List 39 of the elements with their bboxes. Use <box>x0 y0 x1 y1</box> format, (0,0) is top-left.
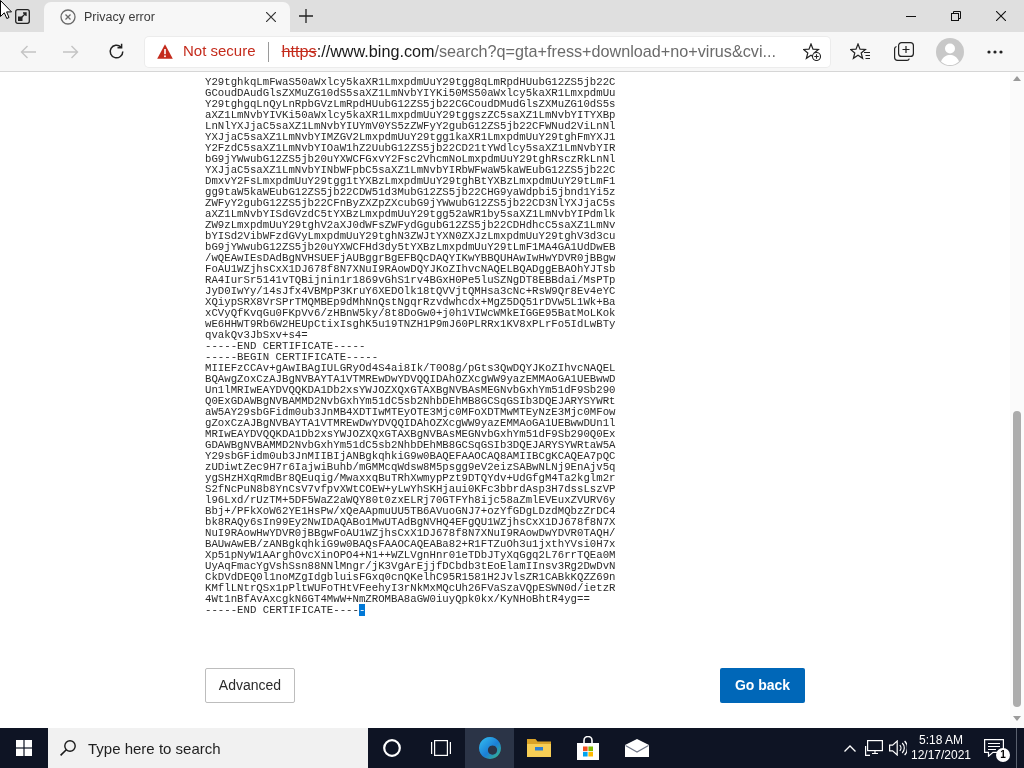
restore-icon[interactable] <box>950 11 961 21</box>
minimize-icon[interactable] <box>905 15 916 17</box>
notification-badge: 1 <box>996 748 1010 762</box>
notification-icon[interactable] <box>984 739 1004 757</box>
security-status[interactable]: Not secure <box>183 40 256 63</box>
warning-icon[interactable] <box>157 44 173 59</box>
scroll-up-arrow-icon[interactable] <box>1013 76 1021 81</box>
refresh-icon[interactable] <box>107 43 125 60</box>
ring-icon[interactable] <box>383 739 401 757</box>
scroll-down-arrow-icon[interactable] <box>1013 716 1021 721</box>
swirl-icon <box>477 736 502 760</box>
folder-icon <box>526 738 551 758</box>
go-back-button[interactable]: Go back <box>720 668 805 703</box>
close-icon[interactable] <box>266 12 276 22</box>
star-plus-icon[interactable] <box>803 42 821 61</box>
speaker-icon[interactable] <box>889 740 907 756</box>
collections-icon[interactable] <box>894 42 914 61</box>
scrollbar-thumb[interactable] <box>1013 411 1021 707</box>
chevron-up-icon[interactable] <box>844 744 856 752</box>
close-icon[interactable] <box>996 11 1006 21</box>
mouse-pointer-icon <box>0 0 12 19</box>
clock-date[interactable]: 12/17/2021 <box>910 748 972 763</box>
url-text[interactable]: https://www.bing.com/search?q=gta+fress+download+no+virus&cvi... <box>281 39 776 64</box>
address-bar[interactable]: Not secure https://www.bing.com/search?q=gta+fress+download+no+virus&cvi... <box>145 36 830 67</box>
taskbar-search-field[interactable]: Type here to search <box>48 728 368 768</box>
favorites-list-icon[interactable] <box>850 42 870 61</box>
task-view-icon[interactable] <box>430 740 451 756</box>
shopping-bag-icon <box>576 736 599 760</box>
plus-icon[interactable] <box>299 9 313 23</box>
clock-time[interactable]: 5:18 AM <box>919 733 963 748</box>
advanced-button[interactable]: Advanced <box>205 668 295 703</box>
circle-x-icon <box>60 9 76 25</box>
search-icon <box>60 740 76 756</box>
more-icon[interactable] <box>987 49 1003 54</box>
windows-logo-icon[interactable] <box>16 740 32 756</box>
network-icon[interactable] <box>865 740 883 756</box>
envelope-icon <box>624 739 649 757</box>
browser-tab[interactable]: Privacy error <box>44 2 290 32</box>
certificate-text: Y29tghkqLmFwaS50aWxlcy5kaXR1LmxpdmUuY29tgg8qLmRpdHUubG12ZS5jb22C GCoudDAudGlsZXMuZG10dS5saXZ1LmNvbYIYKi50MS50aWxlcy5kaXR1LmxpdmUu Y29tghgqLnQyLnRpbGVzLmRpdHUubG12ZS5jb22CGCoudDMudGlsZXMuZG10dS5s aXZ1LmNvbYIVKi50aWxlcy5kaXR1LmxpdmUuY29tggszZC5saXZ1LmNvbYITYXBp LnNlYXJjaC5saXZ1LmNvbYIUYmV0YS5zZWFyY2gubG12ZS5jb22CFWNud2ViLnNl YXJjaC5saXZ1LmNvbYIMZGV2LmxpdmUuY29tgg1kaXR1LmxpdmUuY29tghFmYXJ1 Y2FzdC5saXZ1LmNvbYIOaW1hZ2UubG12ZS5jb22CD21tYWdlcy5saXZ1LmNvbYIR bG9jYWwubG12ZS5jb20uYXWCFGxvY2Fsc2VhcmNoLmxpdmUuY29tghRsczRkLnNl YXJjaC5saXZ1LmNvbYINbWFpbC5saXZ1LmNvbYIRbWFwaW5kaWEubG12ZS5jb22C DmxvY2FsLmxpdmUuY29tgg1tYXBzLmxpdmUuY29tghBtYXBzLmxpdmUuY29tLmF1 gg9taW5kaWEubG12ZS5jb22CDW51d3MubG12ZS5jb22CHG9yaWdpbi5jbnd1Yi5z ZWFyY2gubG12ZS5jb22CFnByZXZpZXcubG9jYWwubG12ZS5jb22CD3NlYXJjaC5s aXZ1LmNvbYISdGVzdC5tYXBzLmxpdmUuY29tgg52aWR1by5saXZ1LmNvbYIPdmlk ZW9zLmxpdmUuY29tghV2aXJ0dWFsZWFydGgubG12ZS5jb22CDHdhcC5saXZ1LmNv bYISd2VibWFzdGVyLmxpdmUuY29tghN3ZWJtYXN0ZXJzLmxpdmUuY29tghV3d3cu bG9jYWwubG12ZS5jb20uYXWCFHd3dy5tYXBzLmxpdmUuY29tLmF1MA4GA1UdDwEB /wQEAwIEsDAdBgNVHSUEFjAUBggrBgEFBQcDAQYIKwYBBQUHAwIwHwYDVR0jBBgw FoAU1WZjhsCxX1DJ678f8N7XNuI9RAowDQYJKoZIhvcNAQELBQADggEBAOhYJTsb RA4IurSr5141vTQBijnin1r1869vGhS1rv4BGxH0Pe5luSZNgDT8EBBdai/MsPTp JyD0IwYy/14sJfx4VBMpP3KruY6XEDOlk18tQVVjtQMHsa3cNc+RsW9Qr8Ev4eYC XQiypSRX8VrSPrTMQMBEp9dMhNnQstNgqrRzvdwhcdx+MgZ5DQ51rDVw5L1Wk+Ba xCVyQfKvqGu0FKpVv6/zHBnW5ky/8t8DoGw0+j0h1VIWcWMkEIGGE95BatMoLKok wE6HHWT9Rb6W2HEUpCtixIsghK5u19TNZH1P9mJ60PLRRx1KV8xPLrFo5IdLwBTy qvakQv3JbSxv+s4= -----END CERTIFICATE----- -----BEGIN CERTIFICATE----- MIIEFzCCAv+gAwIBAgIULGRyOd4S4ai8Ik/T0O8g/pGts3QwDQYJKoZIhvcNAQEL BQAwgZoxCzAJBgNVBAYTA1VTMREwDwYDVQQIDAhOZXcgWW9yazEMMAoGA1UEBwwD Un1lMRIwEAYDVQQKDA1Db2xsYWJOZXQxGTAXBgNVBAsMEGNvbGxhYm51dF9Sb290 Q0ExGDAWBgNVBAMMD2NvbGxhYm51dC5sb2NhbDEhMB8GCSqGSIb3DQEJARYSYWRt aW5AY29sbGFidm0ub3JnMB4XDTIwMTEyOTE3Mjc0MFoXDTMwMTEyNzE3Mjc0MFow gZoxCzAJBgNVBAYTA1VTMREwDwYDVQQIDAhOZXcgWW9yazEMMAoGA1UEBwwDUn1l MRIwEAYDVQQKDA1Db2xsYWJOZXQxGTAXBgNVBAsMEGNvbGxhYm51dF9Sb290Q0Ex GDAWBgNVBAMMD2NvbGxhYm51dC5sb2NhbDEhMB8GCSqGSIb3DQEJARYSYWRtaW5A Y29sbGFidm0ub3JnMIIBIjANBgkqhkiG9w0BAQEFAAOCAQ8AMIIBCgKCAQEA7pQC zUDiwtZec9H7r6IajwiBuhb/mGMMcqWdsw8M5psgg9eV2eizSABwNLNj9EnAjv5q ygSHzHXqRmdBr8QEuqig/MwaxxqBuTRhXwmypPzt9DTQYdv+UdGfgM4Ta2kglm2r S2fNcPuN8b8YnCsV7vfpvXWtCOEW+yLwYhSKHjaui0KFc3bbrdAsp3H7dssLszVP l96Lxd/rUzTM+5DF5WaZ2aWQY80t0zxELRj70GTFYh8ijc58aZmlEVEuxZVURV6y Bbj+/PFkXoW62YE1HsPw/xQeAApmuUU5TB6AVuoGNJ7+ozYfGDgLDzdMQbzZrDC4 bk8RAQy6sIn99Ey2NwIDAQABo1MwUTAdBgNVHQ4EFgQU1WZjhsCxX1DJ678f8N7X NuI9RAowHwYDVR0jBBgwFoAU1WZjhsCxX1DJ678f8N7XNuI9RAowDwYDVR0TAQH/ BAUwAwEB/zANBgkqhkiG9w0BAQsFAAOCAQEABa82+R1FTZuOh3u1jxthYVsi0H7x Xp51pNyW1AArghOvcXinOPO4+N1++WZLVgnHnr01eTDbJTyXqGgq2L76rrTQEa0M UyAqFmacYgVshSsn88NNlMngr/jK3VgArEjjfDCbdb3tEoElamIInsv3Rg2DwDvN CkDVdDEQ0l1noMZgIdgbluisFGxq0cnQKelhC95R1581H2JvlsZR1CABkKQZZ69n KMflLNtrQSx1pPltWUFoTHtVFeehyI3rNkMxMQcUh26FVaSzaVQpESWN0d/ietzR 4Wt1nBfAvAxcgkN6GT4MwW+NmZROMBA8aGW0iuyQpk0kx/KyNHoBhtR4yg== -----END CERTIFICATE----- <box>205 77 617 616</box>
